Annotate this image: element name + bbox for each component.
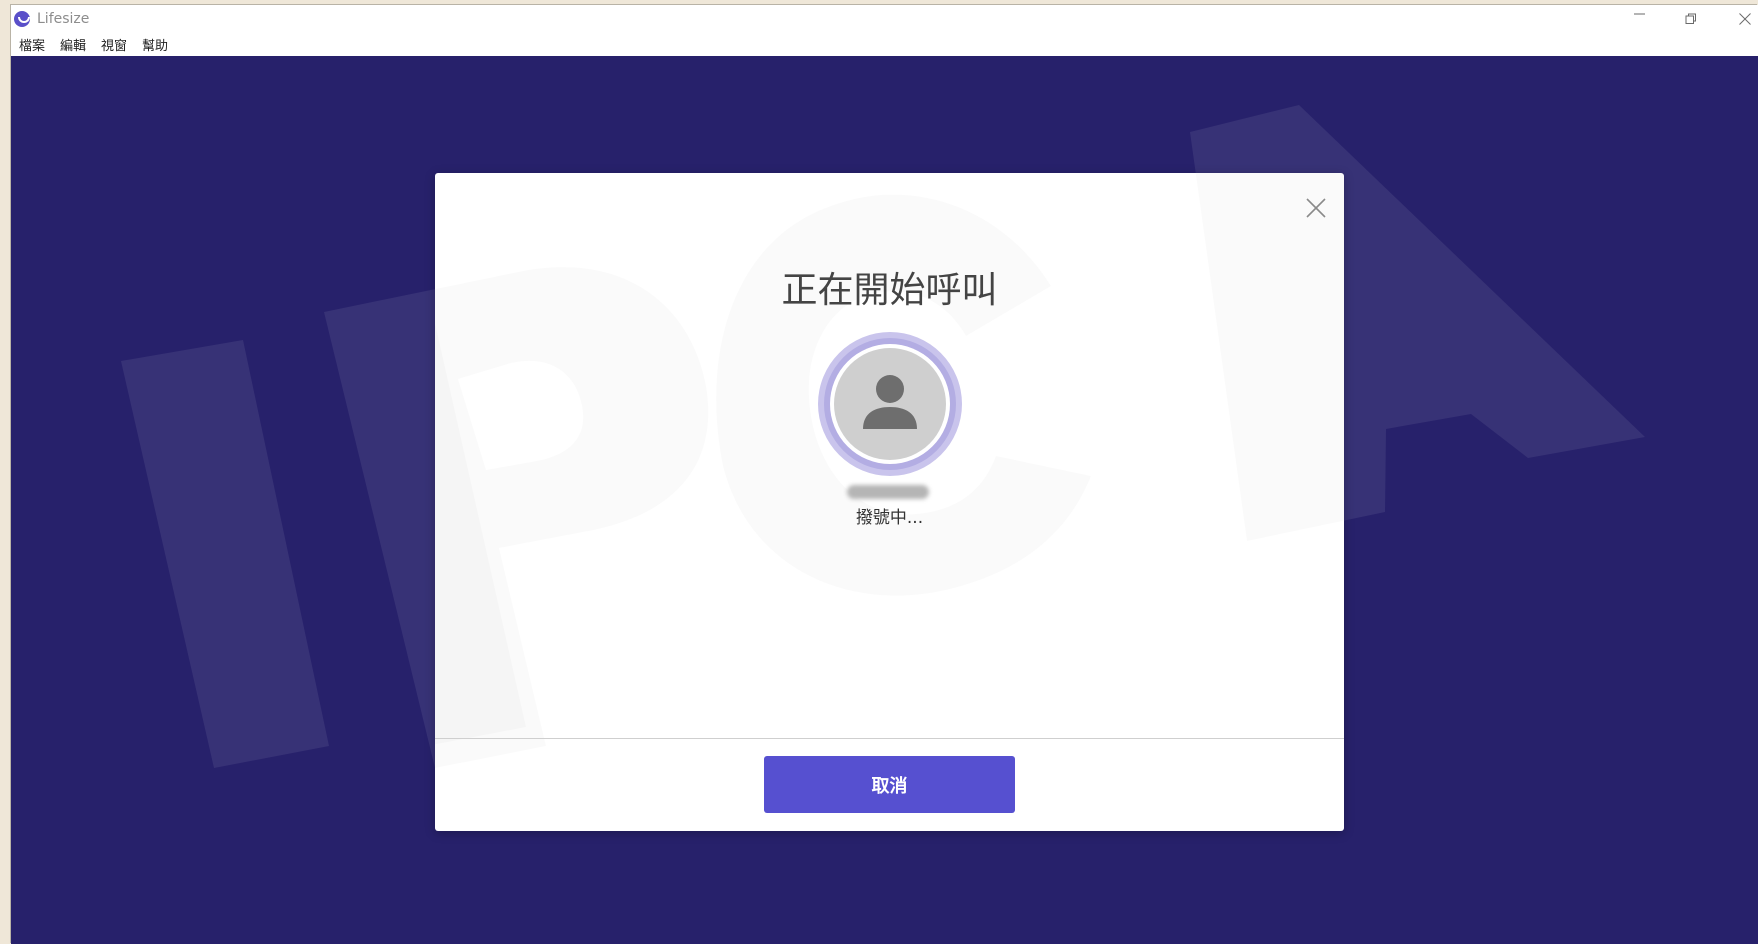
app-title: Lifesize bbox=[37, 11, 90, 27]
restore-button[interactable] bbox=[1667, 5, 1713, 33]
restore-icon bbox=[1685, 13, 1696, 24]
close-icon bbox=[1739, 13, 1751, 25]
caller-name-redacted bbox=[847, 485, 929, 499]
minimize-button[interactable] bbox=[1616, 5, 1662, 33]
app-window: Lifesize 檔案 編輯 視窗 幫助 正在開始呼叫 撥號中... 取消 bbox=[11, 5, 1758, 944]
dialog-title: 正在開始呼叫 bbox=[781, 270, 998, 311]
lifesize-logo-icon bbox=[14, 11, 30, 27]
menu-help[interactable]: 幫助 bbox=[142, 39, 168, 55]
minimize-icon bbox=[1634, 13, 1645, 15]
main-area: 正在開始呼叫 撥號中... 取消 bbox=[11, 56, 1758, 944]
call-status: 撥號中... bbox=[855, 508, 924, 528]
title-bar: Lifesize bbox=[11, 5, 1758, 33]
menu-file[interactable]: 檔案 bbox=[19, 39, 45, 55]
menu-edit[interactable]: 編輯 bbox=[60, 39, 86, 55]
person-icon bbox=[818, 332, 962, 476]
menu-view[interactable]: 視窗 bbox=[101, 39, 127, 55]
window-close-button[interactable] bbox=[1721, 5, 1758, 33]
dialog-close-button[interactable] bbox=[1304, 196, 1328, 220]
call-dialog: 正在開始呼叫 撥號中... 取消 bbox=[435, 173, 1344, 831]
caller-avatar bbox=[817, 331, 963, 477]
cancel-button[interactable]: 取消 bbox=[764, 756, 1015, 813]
close-icon bbox=[1306, 198, 1326, 218]
dialog-divider bbox=[435, 738, 1344, 739]
